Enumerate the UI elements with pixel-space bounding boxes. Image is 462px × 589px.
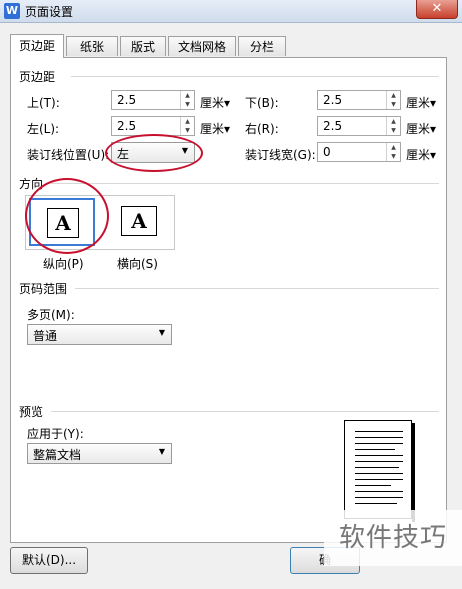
apply-to-label: 应用于(Y):: [27, 427, 84, 441]
preview-shadow: [412, 423, 415, 522]
preview-text-line: [355, 473, 403, 474]
gutter-width-spinner[interactable]: ▲ ▼: [386, 143, 400, 161]
preview-text-line: [355, 443, 403, 444]
page-range-section-title: 页码范围: [19, 282, 68, 296]
page-setup-dialog: 页边距 纸张 版式 文档网格 分栏 页边距 上(T): 2.5 ▲ ▼ 厘米▾ 下…: [0, 23, 462, 589]
page-range-divider: [75, 288, 439, 289]
preview-text-line: [355, 497, 403, 498]
margins-section-title: 页边距: [19, 70, 56, 84]
left-margin-value: 2.5: [117, 119, 137, 133]
preview-text-line: [355, 455, 403, 456]
preview-text-line: [355, 479, 403, 480]
apply-to-select[interactable]: 整篇文档 ▼: [27, 443, 172, 464]
gutter-width-label: 装订线宽(G):: [245, 148, 316, 162]
top-margin-spinner[interactable]: ▲ ▼: [180, 91, 194, 109]
multiple-pages-label: 多页(M):: [27, 308, 75, 322]
bottom-margin-spinner[interactable]: ▲ ▼: [386, 91, 400, 109]
watermark: 软件技巧: [324, 510, 462, 566]
tab-paper[interactable]: 纸张: [66, 36, 118, 56]
top-margin-value: 2.5: [117, 93, 137, 107]
right-margin-input[interactable]: 2.5 ▲ ▼: [317, 116, 401, 136]
default-button[interactable]: 默认(D)...: [10, 547, 88, 574]
tab-margins[interactable]: 页边距: [10, 34, 64, 58]
gutter-width-input[interactable]: 0 ▲ ▼: [317, 142, 401, 162]
page-preview: [344, 420, 412, 519]
gutter-width-value: 0: [323, 145, 331, 159]
tab-columns[interactable]: 分栏: [238, 36, 286, 56]
orientation-divider: [51, 183, 439, 184]
right-margin-unit[interactable]: 厘米▾: [406, 120, 436, 137]
left-margin-spinner[interactable]: ▲ ▼: [180, 117, 194, 135]
margins-divider: [71, 76, 439, 77]
wps-app-icon: W: [4, 3, 20, 19]
bottom-margin-value: 2.5: [323, 93, 343, 107]
window-title: 页面设置: [25, 5, 74, 19]
annotation-circle-gutter: [105, 134, 203, 172]
portrait-label[interactable]: 纵向(P): [43, 255, 84, 272]
preview-text-line: [355, 485, 391, 486]
right-margin-label: 右(R):: [245, 122, 279, 136]
preview-text-line: [355, 503, 397, 504]
tab-layout[interactable]: 版式: [120, 36, 166, 56]
left-margin-unit[interactable]: 厘米▾: [200, 120, 230, 137]
right-margin-spinner[interactable]: ▲ ▼: [386, 117, 400, 135]
tab-document-grid[interactable]: 文档网格: [168, 36, 236, 56]
multiple-pages-value: 普通: [33, 329, 58, 343]
preview-text-line: [355, 491, 403, 492]
preview-text-line: [355, 461, 403, 462]
chevron-down-icon: ▼: [158, 447, 165, 456]
gutter-width-unit[interactable]: 厘米▾: [406, 146, 436, 163]
preview-text-line: [355, 431, 403, 432]
left-margin-input[interactable]: 2.5 ▲ ▼: [111, 116, 195, 136]
preview-text-line: [355, 467, 399, 468]
landscape-label[interactable]: 横向(S): [117, 255, 158, 272]
left-margin-label: 左(L):: [27, 122, 60, 136]
preview-section-title: 预览: [19, 405, 44, 419]
title-bar: W 页面设置 ✕: [0, 0, 462, 23]
apply-to-value: 整篇文档: [33, 448, 82, 462]
bottom-margin-unit[interactable]: 厘米▾: [406, 94, 436, 111]
top-margin-input[interactable]: 2.5 ▲ ▼: [111, 90, 195, 110]
bottom-margin-input[interactable]: 2.5 ▲ ▼: [317, 90, 401, 110]
preview-text-line: [355, 437, 403, 438]
top-margin-label: 上(T):: [27, 96, 60, 110]
top-margin-unit[interactable]: 厘米▾: [200, 94, 230, 111]
preview-text-line: [355, 449, 395, 450]
chevron-down-icon: ▼: [158, 328, 165, 337]
gutter-position-label: 装订线位置(U):: [27, 148, 110, 162]
bottom-margin-label: 下(B):: [245, 96, 279, 110]
landscape-option[interactable]: A: [103, 200, 169, 244]
close-button[interactable]: ✕: [416, 0, 458, 19]
right-margin-value: 2.5: [323, 119, 343, 133]
landscape-page-icon: A: [121, 206, 157, 236]
annotation-circle-portrait: [25, 178, 109, 254]
preview-divider: [51, 411, 439, 412]
multiple-pages-select[interactable]: 普通 ▼: [27, 324, 172, 345]
